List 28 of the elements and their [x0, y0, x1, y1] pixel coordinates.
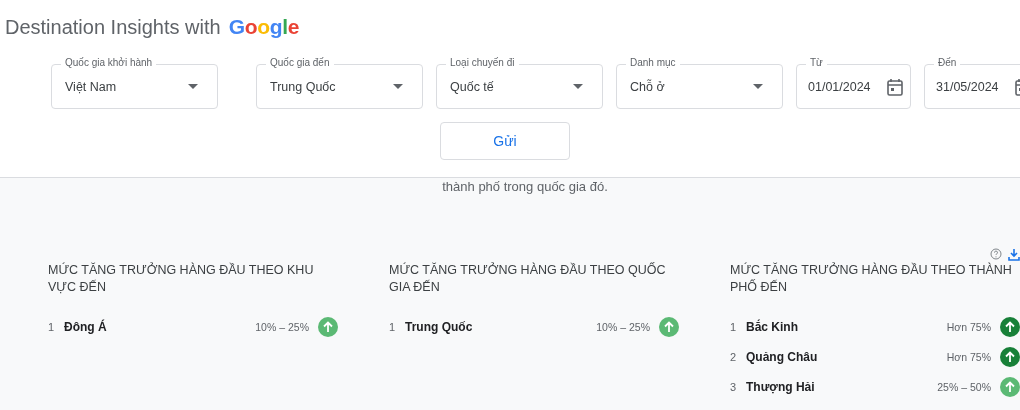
calendar-icon[interactable]: [887, 77, 903, 96]
dropdown-caret-icon: [188, 84, 198, 89]
submit-button[interactable]: Gửi: [440, 122, 570, 160]
destination-name: Thượng Hải: [746, 380, 816, 394]
dropdown-caret-icon: [393, 84, 403, 89]
destination-name: Bắc Kinh: [746, 320, 799, 334]
panel-title: MỨC TĂNG TRƯỞNG HÀNG ĐẦU THEO THÀNH PHỐ ĐẾN: [730, 262, 1013, 296]
intro-text: thành phố trong quốc gia đó.: [441, 179, 608, 195]
dropdown-caret-icon: [573, 84, 583, 89]
panel-title: MỨC TĂNG TRƯỞNG HÀNG ĐẦU THEO KHU VỰC ĐẾN: [48, 262, 315, 296]
growth-range: 25% – 50%: [937, 381, 991, 393]
growth-range: 10% – 25%: [255, 321, 309, 333]
panel-title: MỨC TĂNG TRƯỞNG HÀNG ĐẦU THEO QUỐC GIA ĐẾN: [389, 262, 667, 296]
rank-number: 2: [730, 351, 738, 363]
rank-number: 3: [730, 381, 738, 393]
app-title: Destination Insights with: [5, 15, 221, 39]
destination-name: Trung Quốc: [405, 320, 474, 334]
growth-range: Hơn 75%: [946, 351, 991, 363]
growth-range: Hơn 75%: [946, 321, 991, 333]
logo: Google: [228, 15, 300, 39]
destination-name: Đông Á: [64, 320, 108, 334]
destination-name: Quảng Châu: [746, 350, 819, 364]
rank-number: 1: [389, 321, 397, 333]
rank-number: 1: [730, 321, 738, 333]
dropdown-caret-icon: [753, 84, 763, 89]
download-icon[interactable]: [1008, 247, 1020, 261]
growth-range: 10% – 25%: [596, 321, 650, 333]
rank-number: 1: [48, 321, 56, 333]
